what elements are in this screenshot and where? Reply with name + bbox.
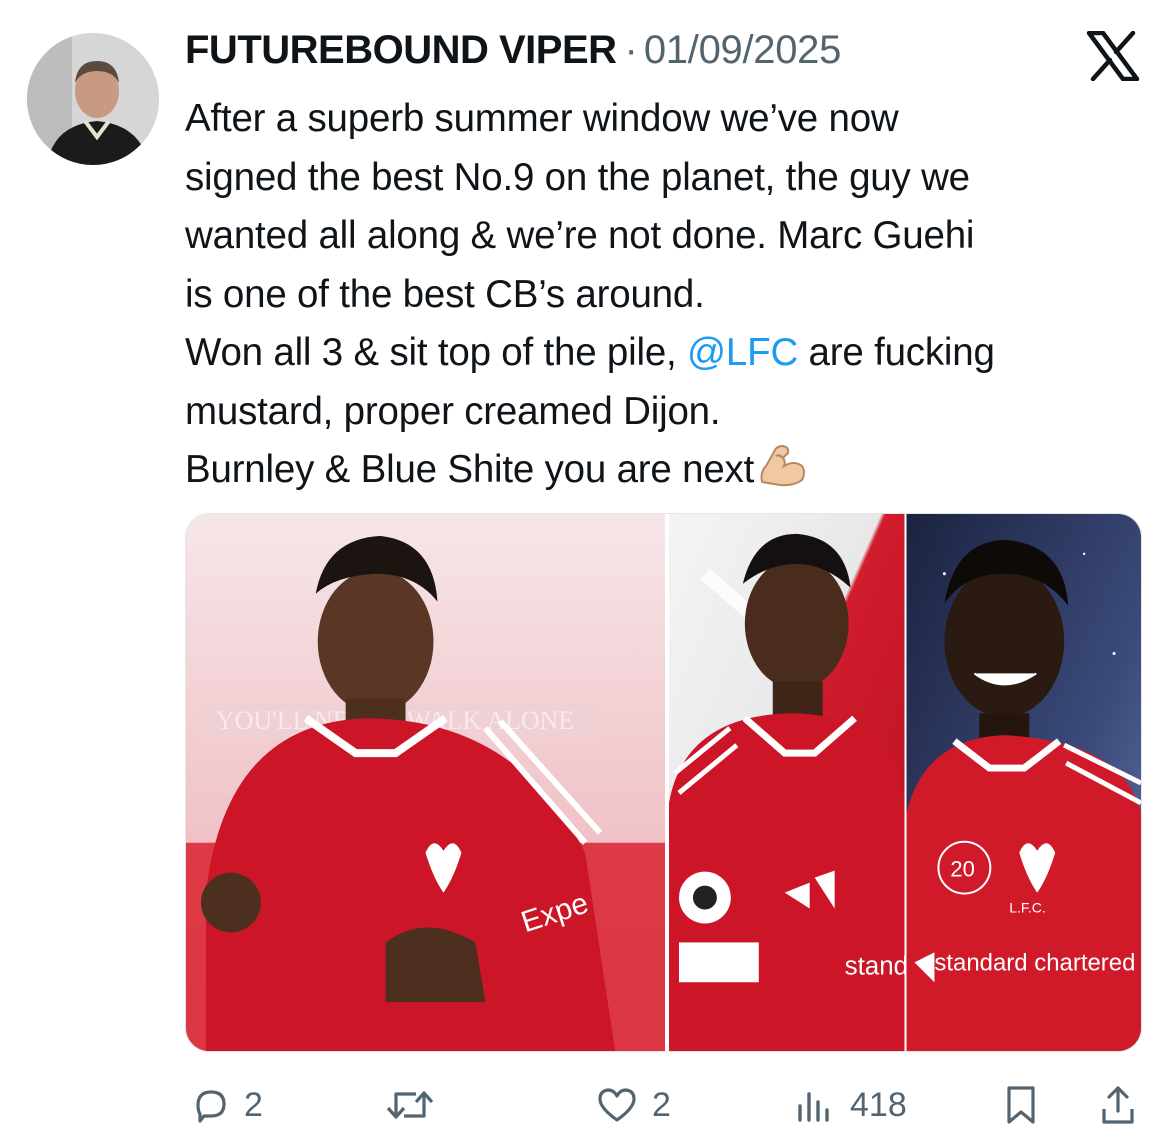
view-count: 418 bbox=[850, 1085, 907, 1124]
tweet-action-bar: 2 2 418 bbox=[0, 1075, 1170, 1135]
tweet-text-line: Won all 3 & sit top of the pile, @LFC ar… bbox=[185, 324, 1145, 383]
tweet-text-line: signed the best No.9 on the planet, the … bbox=[185, 155, 970, 199]
right-sponsor-text: standard chartered bbox=[934, 949, 1135, 976]
reply-button[interactable]: 2 bbox=[190, 1075, 263, 1135]
header-separator: · bbox=[624, 28, 638, 72]
flexed-biceps-emoji bbox=[756, 442, 808, 488]
tweet-text-line: is one of the best CB’s around. bbox=[185, 272, 705, 316]
x-logo-icon bbox=[1086, 30, 1140, 82]
tweet-header: FUTUREBOUND VIPER · 01/09/2025 bbox=[185, 28, 841, 78]
like-count: 2 bbox=[652, 1085, 671, 1124]
text-segment: Burnley & Blue Shite you are next bbox=[185, 448, 755, 491]
tweet-text-line: Burnley & Blue Shite you are next bbox=[185, 441, 1145, 500]
views-icon bbox=[794, 1084, 838, 1126]
reply-icon bbox=[190, 1084, 232, 1126]
like-button[interactable]: 2 bbox=[594, 1075, 671, 1135]
text-segment: Won all 3 & sit top of the pile, bbox=[185, 331, 688, 374]
tweet-date[interactable]: 01/09/2025 bbox=[644, 28, 842, 73]
tweet-text-line: wanted all along & we’re not done. Marc … bbox=[185, 214, 975, 257]
media-left-image[interactable]: YOU'LL NEVER WALK ALONE Expe bbox=[186, 514, 665, 1051]
tweet-text-line: mustard, proper creamed Dijon. bbox=[185, 389, 721, 433]
bookmark-icon bbox=[1000, 1083, 1042, 1127]
repost-button[interactable] bbox=[384, 1075, 448, 1135]
tweet-text-line: After a superb summer window we’ve now bbox=[185, 97, 899, 140]
tweet-text: After a superb summer window we’ve now s… bbox=[185, 90, 1145, 500]
bookmark-button[interactable] bbox=[1000, 1075, 1042, 1135]
mention-link[interactable]: @LFC bbox=[687, 331, 798, 374]
tweet-media-grid[interactable]: YOU'LL NEVER WALK ALONE Expe bbox=[185, 513, 1142, 1052]
right-crest-text: L.F.C. bbox=[1009, 900, 1045, 916]
share-icon bbox=[1098, 1083, 1138, 1127]
repost-icon bbox=[384, 1084, 436, 1126]
views-button[interactable]: 418 bbox=[794, 1075, 907, 1135]
author-avatar[interactable] bbox=[27, 33, 159, 165]
right-number-text: 20 bbox=[950, 857, 974, 882]
share-button[interactable] bbox=[1098, 1075, 1138, 1135]
media-right-image[interactable]: 20 L.F.C. standard chartered bbox=[906, 514, 1141, 1051]
text-segment: are fucking bbox=[798, 331, 995, 374]
like-icon bbox=[594, 1084, 640, 1126]
reply-count: 2 bbox=[244, 1085, 263, 1124]
author-name[interactable]: FUTUREBOUND VIPER bbox=[185, 28, 617, 73]
